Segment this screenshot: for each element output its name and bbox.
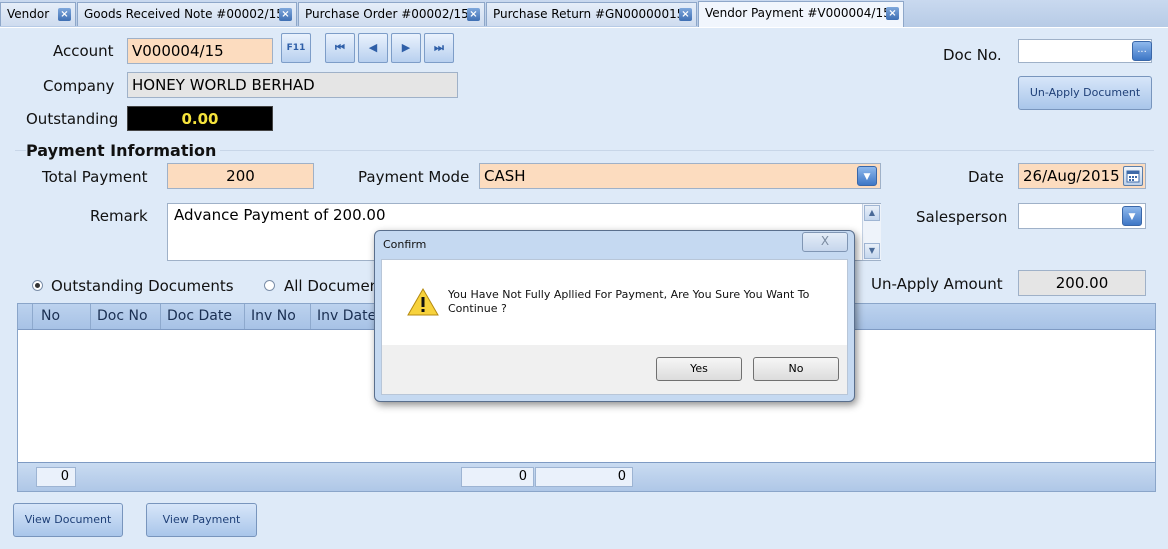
un-apply-amount-label: Un-Apply Amount [871,275,1003,293]
salesperson-label: Salesperson [916,208,1008,226]
col-inv-no[interactable]: Inv No [245,304,311,329]
all-documents-radio[interactable] [264,280,275,291]
remark-label: Remark [90,207,148,225]
tab-bar: Vendor × Goods Received Note #00002/15 ×… [0,0,1168,28]
doc-no-label: Doc No. [943,46,1002,64]
grid-footer: 0 0 0 [18,462,1155,491]
browse-button[interactable]: ... [1132,41,1152,61]
account-field[interactable]: V000004/15 [127,38,273,64]
chevron-down-icon: ▼ [1128,212,1136,222]
outstanding-label: Outstanding [26,110,119,128]
un-apply-amount-field: 200.00 [1018,270,1146,296]
first-icon: ⏮ [335,41,345,54]
dialog-message-area: You Have Not Fully Apllied For Payment, … [382,260,847,345]
calendar-button[interactable] [1123,166,1143,186]
tab-label: Purchase Return #GN00000015 [493,7,685,21]
salesperson-dropdown-button[interactable]: ▼ [1122,206,1142,226]
tab-vendor-payment[interactable]: Vendor Payment #V000004/15 × [698,1,904,27]
last-icon: ⏭ [434,41,444,54]
footer-total-2: 0 [535,467,633,487]
last-record-button[interactable]: ⏭ [424,33,454,63]
total-payment-field[interactable]: 200 [167,163,314,189]
f11-button[interactable]: F11 [281,33,311,63]
account-label: Account [53,42,114,60]
no-button[interactable]: No [753,357,839,381]
previous-record-button[interactable]: ◀ [358,33,388,63]
close-icon[interactable]: × [886,7,899,20]
previous-icon: ◀ [368,41,378,54]
payment-mode-label: Payment Mode [358,168,470,186]
dialog-body: You Have Not Fully Apllied For Payment, … [381,259,848,395]
tab-label: Vendor Payment #V000004/15 [705,6,891,20]
payment-mode-select[interactable]: CASH [479,163,881,189]
chevron-down-icon: ▼ [863,172,871,182]
view-document-button[interactable]: View Document [13,503,123,537]
next-icon: ▶ [401,41,411,54]
remark-scrollbar[interactable]: ▲ ▼ [862,204,881,260]
dialog-title: Confirm [383,238,427,251]
close-icon[interactable]: × [58,8,71,21]
close-icon: X [820,234,830,248]
tab-label: Goods Received Note #00002/15 [84,7,284,21]
payment-mode-dropdown-button[interactable]: ▼ [857,166,877,186]
tab-label: Vendor [7,7,50,21]
scroll-up-icon[interactable]: ▲ [864,205,880,221]
warning-icon [407,288,439,316]
outstanding-documents-radio[interactable] [32,280,43,291]
tab-purchase-return[interactable]: Purchase Return #GN00000015 × [486,2,697,26]
footer-total-1: 0 [461,467,534,487]
calendar-icon [1126,170,1140,183]
first-record-button[interactable]: ⏮ [325,33,355,63]
col-no[interactable]: No [33,304,91,329]
row-selector-header [18,304,33,329]
close-icon[interactable]: × [467,8,480,21]
outstanding-value: 0.00 [127,106,273,131]
confirm-dialog: Confirm X You Have Not Fully Apllied For… [374,230,855,402]
view-payment-button[interactable]: View Payment [146,503,257,537]
tab-vendor[interactable]: Vendor × [0,2,76,26]
outstanding-documents-label[interactable]: Outstanding Documents [51,277,234,295]
un-apply-document-button[interactable]: Un-Apply Document [1018,76,1152,110]
dialog-message: You Have Not Fully Apllied For Payment, … [448,288,810,315]
dialog-close-button[interactable]: X [802,232,848,252]
tab-purchase-order[interactable]: Purchase Order #00002/15 × [298,2,485,26]
all-documents-label[interactable]: All Documen [284,277,379,295]
col-doc-no[interactable]: Doc No [91,304,161,329]
company-label: Company [43,77,115,95]
payment-section-title: Payment Information [26,141,221,160]
date-label: Date [968,168,1004,186]
next-record-button[interactable]: ▶ [391,33,421,63]
yes-button[interactable]: Yes [656,357,742,381]
footer-count: 0 [36,467,76,487]
col-doc-date[interactable]: Doc Date [161,304,245,329]
tab-label: Purchase Order #00002/15 [305,7,469,21]
company-field: HONEY WORLD BERHAD [127,72,458,98]
scroll-down-icon[interactable]: ▼ [864,243,880,259]
close-icon[interactable]: × [279,8,292,21]
tab-goods-received-note[interactable]: Goods Received Note #00002/15 × [77,2,297,26]
close-icon[interactable]: × [679,8,692,21]
total-payment-label: Total Payment [42,168,148,186]
